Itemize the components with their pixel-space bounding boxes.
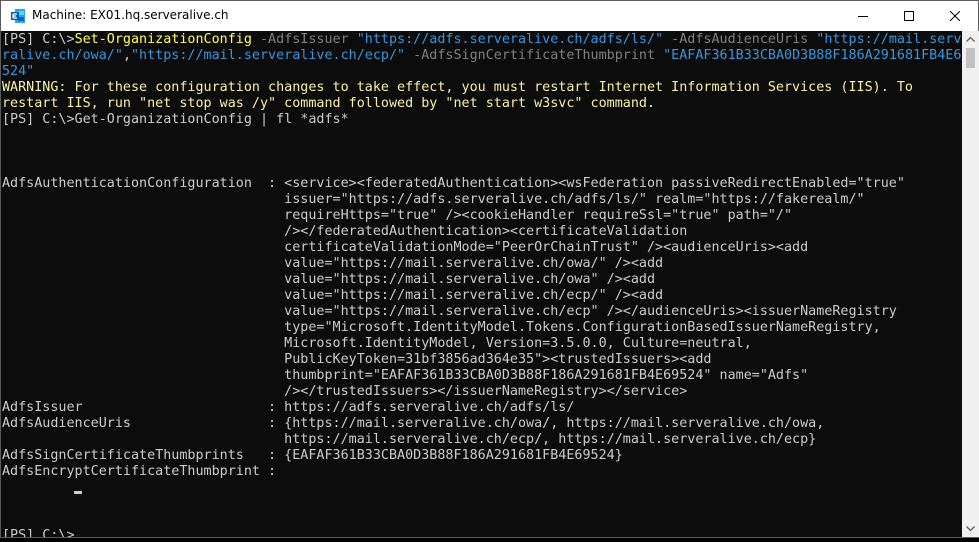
console-line: requireHttps="true" /><cookieHandler req…: [2, 208, 792, 224]
console-line: thumbprint="EAFAF361B33CBA0D3B88F186A291…: [2, 368, 808, 384]
console-text: ,: [122, 48, 131, 63]
console-text: [PS] C:\>Get-OrganizationConfig | fl *ad…: [2, 112, 349, 127]
console-line: /></federatedAuthentication><certificate…: [2, 224, 687, 240]
scroll-down-arrow-icon[interactable]: [962, 520, 979, 537]
maximize-button[interactable]: [886, 1, 932, 31]
console-text: ralive.ch/owa/": [2, 48, 123, 63]
exchange-management-shell-icon: [10, 8, 26, 24]
console-text: type="Microsoft.IdentityModel.Tokens.Con…: [2, 320, 881, 335]
console-text: -AdfsAudienceUris: [663, 32, 817, 47]
close-icon: [950, 11, 960, 21]
console-text: value="https://mail.serveralive.ch/owa" …: [2, 272, 656, 287]
console-text: /></trustedIssuers></issuerNameRegistry>…: [2, 384, 688, 399]
console-text: value="https://mail.serveralive.ch/ecp/"…: [2, 288, 664, 303]
console-text: /></federatedAuthentication><certificate…: [2, 224, 688, 239]
console-text: thumbprint="EAFAF361B33CBA0D3B88F186A291…: [2, 368, 809, 383]
console-line: /></trustedIssuers></issuerNameRegistry>…: [2, 384, 687, 400]
vertical-scrollbar[interactable]: [962, 31, 979, 537]
console-text: PublicKeyToken=31bf3856ad364e35"><truste…: [2, 352, 712, 367]
console-line: certificateValidationMode="PeerOrChainTr…: [2, 240, 808, 256]
title-bar[interactable]: Machine: EX01.hq.serveralive.ch: [1, 1, 978, 31]
console-text: value="https://mail.serveralive.ch/owa/"…: [2, 256, 664, 271]
console-text: AdfsIssuer : https://adfs.serveralive.ch…: [2, 400, 575, 415]
console-text: AdfsAudienceUris : {https://mail.servera…: [2, 416, 825, 431]
console-line: AdfsAudienceUris : {https://mail.servera…: [2, 416, 824, 432]
console-line: value="https://mail.serveralive.ch/owa/"…: [2, 256, 663, 272]
console-line: [PS] C:\>Set-OrganizationConfig -AdfsIss…: [2, 32, 962, 48]
console-text: "https://adfs.serveralive.ch/adfs/ls/": [356, 32, 664, 47]
console-line: value="https://mail.serveralive.ch/ecp" …: [2, 304, 897, 320]
console-output[interactable]: [PS] C:\>Set-OrganizationConfig -AdfsIss…: [1, 31, 962, 537]
console-text: [PS] C:\>: [2, 32, 75, 47]
text-cursor: [74, 491, 82, 494]
minimize-icon: [858, 16, 868, 17]
console-line: WARNING: For these configuration changes…: [2, 80, 913, 96]
maximize-icon: [904, 11, 914, 21]
console-line: [PS] C:\>Get-OrganizationConfig | fl *ad…: [2, 112, 349, 128]
console-text: AdfsSignCertificateThumbprints : {EAFAF3…: [2, 448, 623, 463]
console-text: [PS] C:\>: [2, 528, 75, 537]
console-text: requireHttps="true" /><cookieHandler req…: [2, 208, 793, 223]
console-line: https://mail.serveralive.ch/ecp/, https:…: [2, 432, 816, 448]
console-line: restart IIS, run "net stop was /y" comma…: [2, 96, 655, 112]
console-text: https://mail.serveralive.ch/ecp/, https:…: [2, 432, 817, 447]
console-text: Microsoft.IdentityModel, Version=3.5.0.0…: [2, 336, 752, 351]
console-line: AdfsAuthenticationConfiguration : <servi…: [2, 176, 905, 192]
console-text: -AdfsSignCertificateThumbprint: [405, 48, 664, 63]
console-text: -AdfsIssuer: [251, 32, 357, 47]
scroll-up-arrow-icon[interactable]: [962, 31, 979, 48]
console-line: 524": [2, 64, 34, 80]
console-text: restart IIS, run "net stop was /y" comma…: [2, 96, 656, 111]
close-button[interactable]: [932, 1, 978, 31]
console-text: issuer="https://adfs.serveralive.ch/adfs…: [2, 192, 865, 207]
console-text: 524": [2, 64, 35, 79]
console-text: AdfsEncryptCertificateThumbprint :: [2, 464, 277, 479]
minimize-button[interactable]: [840, 1, 886, 31]
console-text: Set-OrganizationConfig: [74, 32, 252, 47]
console-line: issuer="https://adfs.serveralive.ch/adfs…: [2, 192, 865, 208]
console-line: type="Microsoft.IdentityModel.Tokens.Con…: [2, 320, 881, 336]
console-line: AdfsIssuer : https://adfs.serveralive.ch…: [2, 400, 574, 416]
console-text: "https://mail.serveralive.ch/ecp/": [131, 48, 406, 63]
console-line: value="https://mail.serveralive.ch/owa" …: [2, 272, 655, 288]
console-line: PublicKeyToken=31bf3856ad364e35"><truste…: [2, 352, 711, 368]
console-text: certificateValidationMode="PeerOrChainTr…: [2, 240, 809, 255]
console-line: ralive.ch/owa/","https://mail.serveraliv…: [2, 48, 962, 64]
console-line: [PS] C:\>: [2, 528, 75, 537]
console-line: AdfsSignCertificateThumbprints : {EAFAF3…: [2, 448, 623, 464]
scroll-thumb[interactable]: [966, 48, 975, 68]
console-text: "EAFAF361B33CBA0D3B88F186A291681FB4E69: [663, 48, 962, 63]
console-text: "https://mail.serve: [816, 32, 962, 47]
console-text: WARNING: For these configuration changes…: [2, 80, 913, 95]
console-line: Microsoft.IdentityModel, Version=3.5.0.0…: [2, 336, 752, 352]
console-text: AdfsAuthenticationConfiguration : <servi…: [2, 176, 905, 191]
console-line: value="https://mail.serveralive.ch/ecp/"…: [2, 288, 663, 304]
window-title: Machine: EX01.hq.serveralive.ch: [32, 8, 229, 22]
console-line: AdfsEncryptCertificateThumbprint :: [2, 464, 276, 480]
console-window: Machine: EX01.hq.serveralive.ch [PS] C:\…: [0, 0, 979, 538]
console-text: value="https://mail.serveralive.ch/ecp" …: [2, 304, 897, 319]
